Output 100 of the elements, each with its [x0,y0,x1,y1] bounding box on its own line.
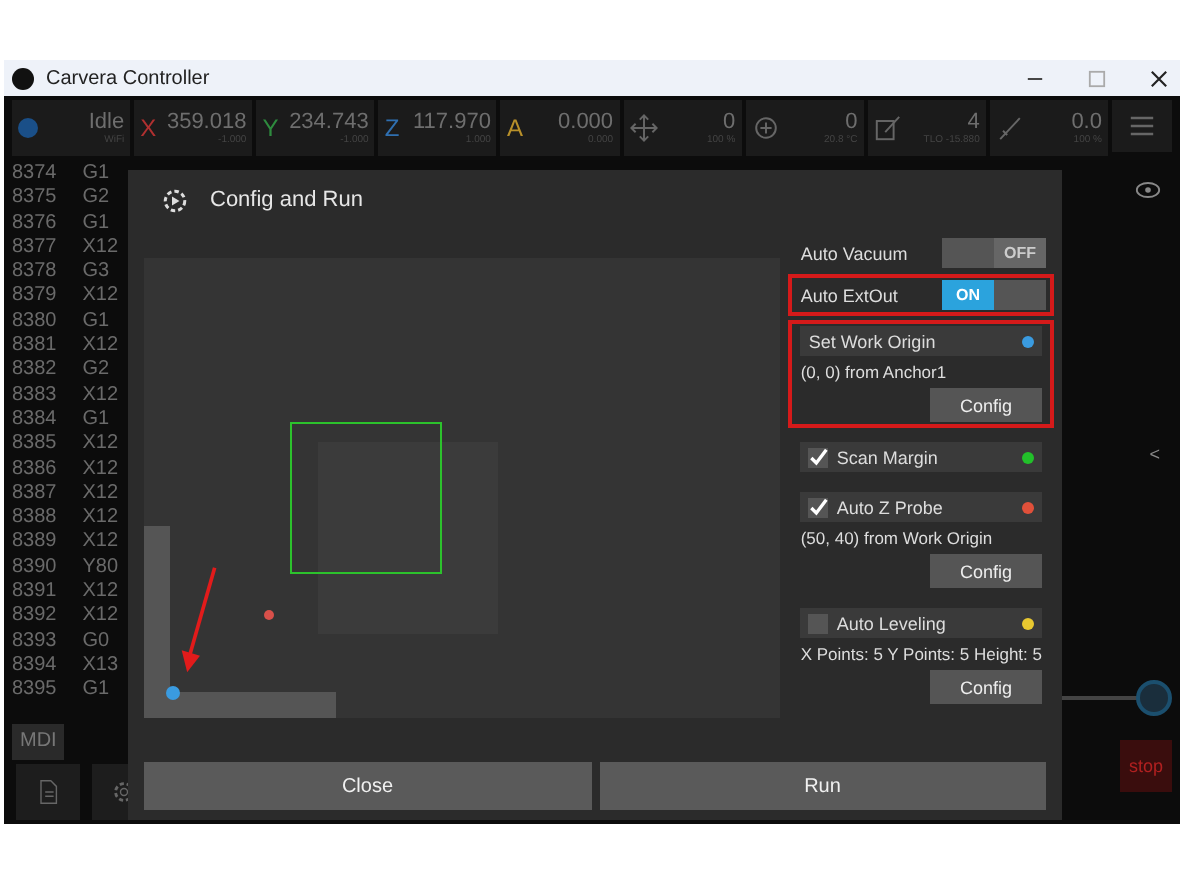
eye-icon[interactable] [1134,176,1162,204]
status-value: 359.018 [166,110,247,134]
status-value: 0.0 [1071,110,1102,134]
section-title: Set Work Origin [808,331,938,351]
config-button[interactable]: Config [930,388,1042,422]
file-button[interactable] [16,764,80,820]
code-text: X12 [82,457,119,482]
window-title: Carvera Controller [46,67,210,89]
line-number: 8374 [12,162,57,187]
close-button[interactable]: Close [144,762,591,810]
edit-icon [873,114,902,142]
code-text: G2 [82,186,110,212]
app-logo-icon [12,67,34,89]
toggle-switch[interactable]: ON [942,280,1046,310]
code-text: G2 [82,358,110,384]
axis-letter: Y [262,114,279,142]
move-icon [629,114,658,142]
status-dot-icon [18,118,38,138]
status-value: 4 [967,110,980,134]
spindle-icon [751,114,780,142]
code-text: X12 [82,432,119,458]
code-text: X12 [82,383,119,408]
code-text: X12 [82,235,119,261]
section-title: Scan Margin [836,447,940,467]
mdi-button[interactable]: MDI [12,723,65,759]
code-text: X12 [82,481,119,507]
code-text: G1 [82,309,110,335]
section-title: Auto Z Probe [836,497,945,517]
dialog-title: Config and Run [210,188,363,212]
section-detail: (0, 0) from Anchor1 [800,362,949,382]
axis-letter: X [140,114,157,142]
slider-handle[interactable] [1136,680,1172,716]
status-value: 0 [723,110,736,134]
line-number: 8385 [12,432,57,458]
config-button[interactable]: Config [930,670,1042,704]
collapse-tab[interactable]: < [1149,444,1160,464]
code-text: G1 [82,678,110,704]
toggle-label: Auto ExtOut [800,285,898,305]
axis-letter: Z [384,114,400,142]
line-number: 8389 [12,530,57,556]
code-text: X12 [82,506,119,531]
config-button[interactable]: Config [930,554,1042,588]
line-number: 8378 [12,260,57,285]
line-number: 8380 [12,309,57,335]
toggle-state: ON [942,280,994,310]
code-text: X12 [82,580,119,605]
menu-icon[interactable] [1111,100,1172,152]
line-number: 8390 [12,555,57,581]
close-icon[interactable] [1150,69,1168,87]
code-text: G3 [82,260,110,285]
status-value: 0 [845,110,858,134]
checkbox[interactable] [808,613,829,633]
status-value: 234.743 [289,110,369,134]
code-text: X12 [82,530,119,556]
code-text: X12 [82,334,119,359]
line-number: 8384 [12,407,57,433]
axis-letter: A [506,114,523,142]
toggle-switch[interactable]: OFF [942,238,1046,268]
code-text: G1 [82,407,110,433]
run-button[interactable]: Run [599,762,1046,810]
line-number: 8377 [12,235,57,261]
line-number: 8381 [12,334,57,359]
document-icon [34,776,62,808]
line-number: 8382 [12,358,57,384]
code-text: Y80 [82,555,119,581]
code-text: X12 [82,284,119,310]
section-detail: (50, 40) from Work Origin [800,528,995,548]
code-text: G1 [82,162,110,187]
status-value: 0.000 [558,110,614,134]
origin-point [166,686,180,700]
probe-point [264,610,274,620]
line-number: 8392 [12,604,57,630]
annotation-arrow [178,564,222,678]
code-text: X12 [82,604,119,630]
section-detail: X Points: 5 Y Points: 5 Height: 5 [800,644,1042,664]
checkbox[interactable] [808,447,829,467]
checkbox[interactable] [808,497,829,517]
line-number: 8386 [12,457,57,482]
line-number: 8393 [12,629,57,654]
line-number: 8395 [12,678,57,704]
line-number: 8375 [12,186,57,212]
line-number: 8379 [12,284,57,310]
line-number: 8387 [12,481,57,507]
code-text: X13 [82,653,119,679]
line-number: 8383 [12,383,57,408]
gear-icon [160,185,190,215]
code-text: G0 [82,629,110,654]
code-text: G1 [82,211,110,236]
section-title: Auto Leveling [836,613,948,633]
laser-icon [995,114,1024,142]
line-number: 8388 [12,506,57,531]
line-number: 8391 [12,580,57,605]
status-value: 117.970 [412,110,491,134]
toggle-label: Auto Vacuum [800,243,908,263]
stop-button[interactable]: stop [1120,740,1172,792]
maximize-icon[interactable] [1088,69,1106,87]
status-value: Idle [88,110,125,134]
toggle-state: OFF [994,238,1046,268]
line-number: 8394 [12,653,57,679]
line-number: 8376 [12,211,57,236]
